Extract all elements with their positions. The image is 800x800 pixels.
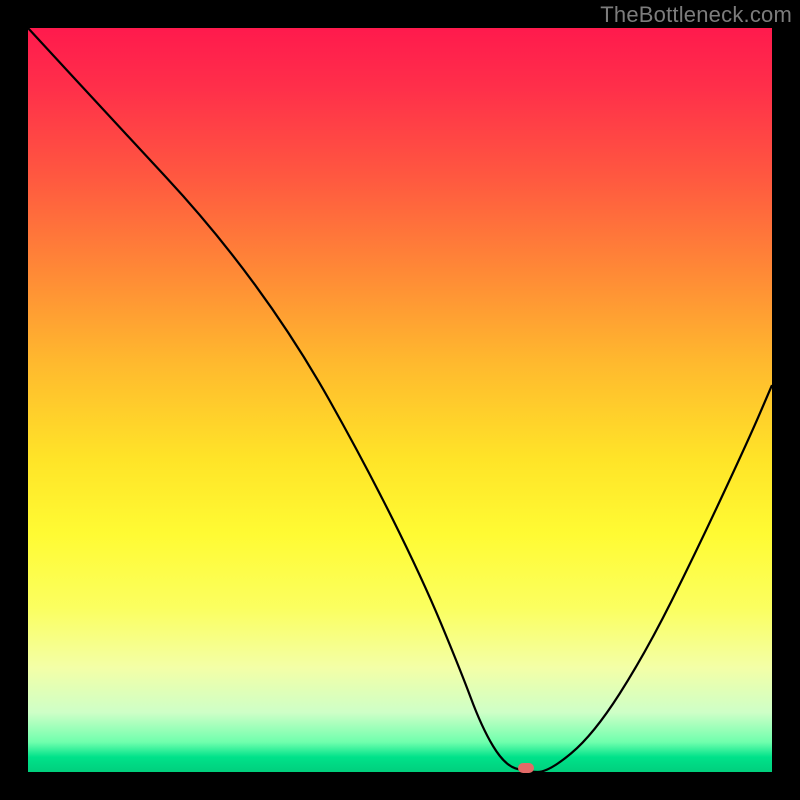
chart-frame: TheBottleneck.com xyxy=(0,0,800,800)
watermark-text: TheBottleneck.com xyxy=(600,2,792,28)
bottleneck-curve xyxy=(28,28,772,772)
optimum-marker xyxy=(518,763,534,773)
curve-svg xyxy=(28,28,772,772)
plot-area xyxy=(28,28,772,772)
